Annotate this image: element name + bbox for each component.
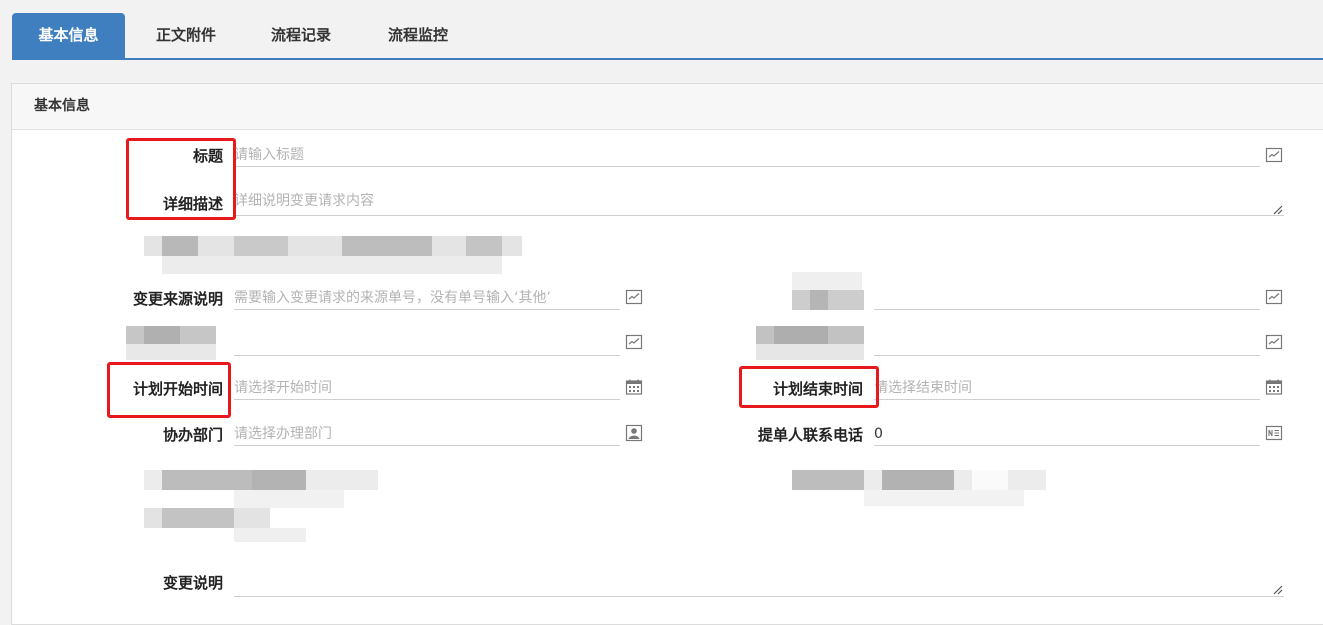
dept-input[interactable] — [234, 423, 620, 445]
obscured-field[interactable] — [234, 333, 620, 356]
contact-card-icon[interactable] — [625, 424, 643, 442]
description-field[interactable] — [234, 190, 1284, 216]
phone-label: 提单人联系电话 — [757, 426, 863, 444]
change-note-label: 变更说明 — [162, 574, 223, 592]
description-label: 详细描述 — [162, 195, 223, 213]
tab-basic-info[interactable]: 基本信息 — [12, 13, 125, 58]
edit-icon[interactable] — [625, 288, 643, 306]
title-field[interactable] — [234, 144, 1260, 167]
tab-bar: 基本信息 正文附件 流程记录 流程监控 — [12, 12, 1323, 60]
obscured-area — [792, 464, 1048, 508]
obscured-label — [126, 326, 224, 362]
source-label: 变更来源说明 — [132, 290, 223, 308]
title-input[interactable] — [234, 144, 1260, 166]
obscured-row — [144, 236, 524, 276]
tab-flow-monitor[interactable]: 流程监控 — [372, 13, 464, 58]
phone-field[interactable] — [874, 423, 1260, 446]
phone-input[interactable] — [874, 423, 1260, 445]
obscured-field[interactable] — [874, 287, 1260, 310]
obscured-input[interactable] — [234, 333, 620, 355]
planned-start-label: 计划开始时间 — [132, 380, 223, 398]
source-field[interactable] — [234, 287, 620, 310]
tab-attachments[interactable]: 正文附件 — [140, 13, 232, 58]
planned-start-field[interactable] — [234, 377, 620, 400]
planned-end-field[interactable] — [874, 377, 1260, 400]
id-card-icon[interactable] — [1265, 424, 1283, 442]
edit-icon[interactable] — [1265, 333, 1283, 351]
resize-grip-icon[interactable] — [1273, 585, 1283, 595]
tab-flow-records[interactable]: 流程记录 — [255, 13, 347, 58]
planned-end-label: 计划结束时间 — [772, 380, 863, 398]
obscured-field[interactable] — [874, 333, 1260, 356]
description-textarea[interactable] — [234, 190, 1284, 212]
change-note-textarea[interactable] — [234, 570, 1284, 592]
calendar-icon[interactable] — [625, 378, 643, 396]
edit-icon[interactable] — [625, 333, 643, 351]
change-note-field[interactable] — [234, 570, 1284, 597]
calendar-icon[interactable] — [1265, 378, 1283, 396]
planned-start-input[interactable] — [234, 377, 620, 399]
obscured-label — [792, 272, 870, 312]
planned-end-input[interactable] — [874, 377, 1260, 399]
source-input[interactable] — [234, 287, 620, 309]
dept-label: 协办部门 — [162, 426, 223, 444]
obscured-input[interactable] — [874, 333, 1260, 355]
title-label: 标题 — [192, 147, 223, 165]
panel-title: 基本信息 — [12, 84, 1323, 130]
edit-icon[interactable] — [1265, 288, 1283, 306]
resize-grip-icon[interactable] — [1273, 205, 1283, 215]
edit-icon[interactable] — [1265, 146, 1283, 164]
obscured-area — [144, 464, 380, 544]
dept-field[interactable] — [234, 423, 620, 446]
obscured-input[interactable] — [874, 287, 1260, 309]
obscured-label — [756, 326, 866, 362]
